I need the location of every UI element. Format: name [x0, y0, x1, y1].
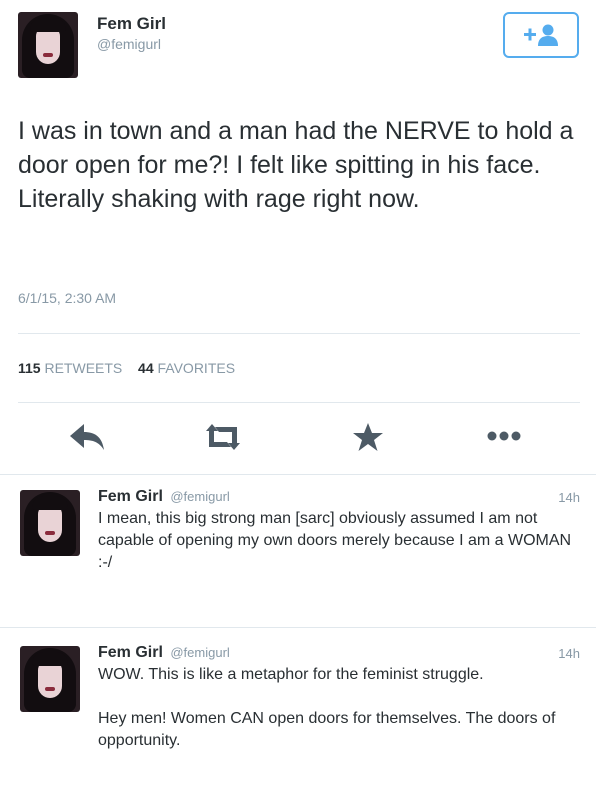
favorites-label[interactable]: FAVORITES — [158, 360, 236, 376]
more-button[interactable] — [486, 426, 522, 451]
author-name[interactable]: Fem Girl — [97, 14, 166, 34]
reply-avatar[interactable] — [20, 646, 80, 712]
avatar-bangs — [32, 496, 68, 510]
retweets-count[interactable]: 115 — [18, 360, 41, 376]
favorites-count[interactable]: 44 — [138, 360, 154, 376]
reply-author-handle[interactable]: @femigurl — [170, 489, 229, 504]
reply-text-paragraph-2: Hey men! Women CAN open doors for themse… — [98, 710, 556, 749]
reply-icon — [70, 424, 104, 450]
tweet-stats: 115 RETWEETS 44 FAVORITES — [18, 360, 235, 376]
retweets-label[interactable]: RETWEETS — [44, 360, 122, 376]
avatar-bangs — [32, 652, 68, 666]
avatar-lips — [43, 53, 53, 57]
reply-time[interactable]: 14h — [558, 490, 580, 505]
avatar-lips — [45, 531, 55, 535]
author-handle[interactable]: @femigurl — [97, 36, 161, 52]
follow-user-icon — [524, 24, 558, 46]
reply-divider — [0, 627, 596, 628]
reply-avatar[interactable] — [20, 490, 80, 556]
favorite-icon — [353, 423, 383, 451]
reply-text-paragraph: WOW. This is like a metaphor for the fem… — [98, 666, 484, 683]
author-avatar[interactable] — [18, 12, 78, 78]
more-icon — [487, 431, 521, 441]
reply-tweet[interactable]: Fem Girl @femigurl 14h I mean, this big … — [0, 476, 596, 626]
reply-text: I mean, this big strong man [sarc] obvio… — [98, 508, 583, 574]
avatar-lips — [45, 687, 55, 691]
stats-top-divider — [18, 333, 580, 334]
reply-tweet[interactable]: Fem Girl @femigurl 14h WOW. This is like… — [0, 632, 596, 801]
reply-text-paragraph: I mean, this big strong man [sarc] obvio… — [98, 510, 572, 571]
reply-button[interactable] — [68, 422, 106, 457]
tweet-timestamp[interactable]: 6/1/15, 2:30 AM — [18, 290, 116, 306]
avatar-bangs — [30, 18, 66, 32]
stats-bottom-divider — [18, 402, 580, 403]
reply-header: Fem Girl @femigurl — [98, 488, 230, 506]
main-tweet: Fem Girl @femigurl I was in town and a m… — [0, 0, 596, 475]
tweet-text: I was in town and a man had the NERVE to… — [18, 117, 574, 213]
reply-time[interactable]: 14h — [558, 646, 580, 661]
reply-divider — [0, 474, 596, 475]
favorite-button[interactable] — [352, 422, 384, 457]
retweet-icon — [206, 424, 240, 450]
retweet-button[interactable] — [205, 422, 241, 457]
reply-author-name[interactable]: Fem Girl — [98, 488, 163, 505]
reply-header: Fem Girl @femigurl — [98, 644, 230, 662]
reply-author-name[interactable]: Fem Girl — [98, 644, 163, 661]
follow-button[interactable] — [503, 12, 579, 58]
reply-author-handle[interactable]: @femigurl — [170, 645, 229, 660]
reply-text: WOW. This is like a metaphor for the fem… — [98, 664, 583, 752]
